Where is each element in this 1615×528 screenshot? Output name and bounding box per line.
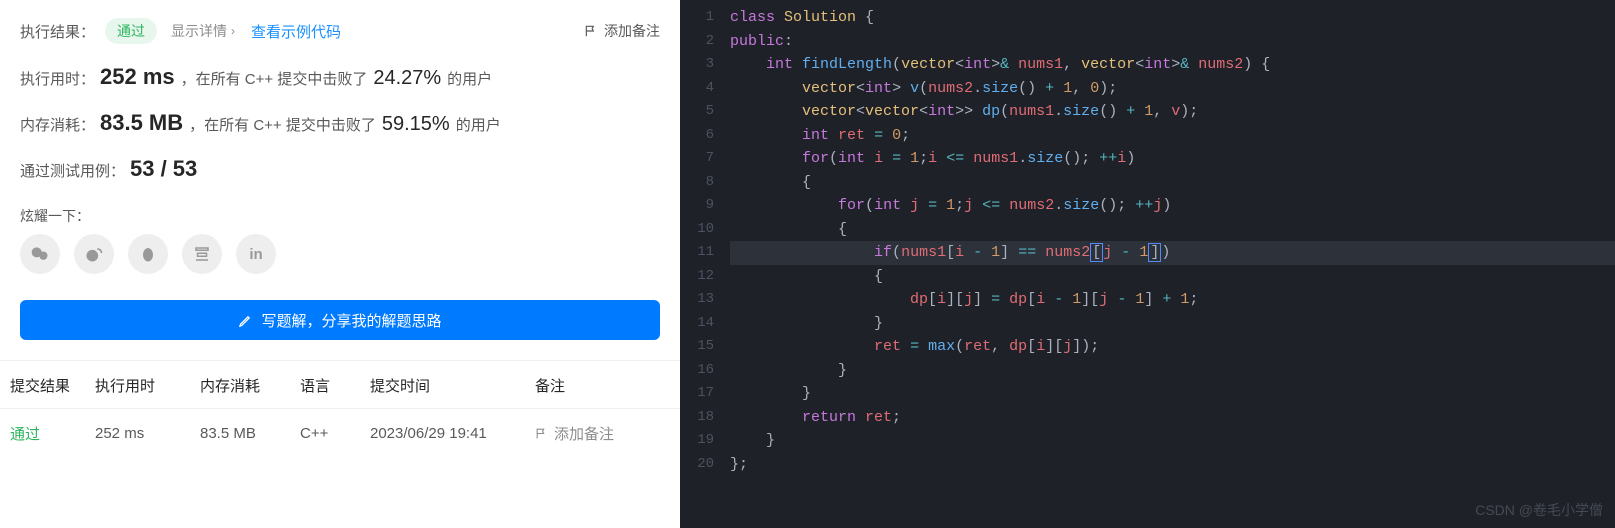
line-number: 10 bbox=[680, 218, 714, 242]
code-line[interactable]: vector<vector<int>> dp(nums1.size() + 1,… bbox=[730, 100, 1615, 124]
line-number: 19 bbox=[680, 429, 714, 453]
code-area[interactable]: class Solution {public: int findLength(v… bbox=[724, 0, 1615, 528]
result-label: 执行结果： bbox=[20, 21, 95, 42]
row-add-note-button[interactable]: 添加备注 bbox=[535, 423, 614, 444]
line-number: 7 bbox=[680, 147, 714, 171]
add-note-label: 添加备注 bbox=[604, 21, 660, 41]
result-header: 执行结果： 通过 显示详情 › 查看示例代码 添加备注 bbox=[0, 0, 680, 54]
row-time: 252 ms bbox=[95, 425, 200, 442]
wechat-icon[interactable] bbox=[20, 234, 60, 274]
code-line[interactable]: }; bbox=[730, 453, 1615, 477]
code-line[interactable]: public: bbox=[730, 30, 1615, 54]
show-details-label: 显示详情 bbox=[171, 21, 227, 41]
flag-icon bbox=[584, 24, 598, 38]
line-number: 15 bbox=[680, 335, 714, 359]
code-line[interactable]: int ret = 0; bbox=[730, 124, 1615, 148]
share-label: 炫耀一下： bbox=[0, 192, 680, 234]
line-number: 5 bbox=[680, 100, 714, 124]
line-number: 16 bbox=[680, 359, 714, 383]
line-number: 11 bbox=[680, 241, 714, 265]
code-line[interactable]: for(int j = 1;j <= nums2.size(); ++j) bbox=[730, 194, 1615, 218]
row-add-note-label: 添加备注 bbox=[554, 423, 614, 444]
code-line[interactable]: int findLength(vector<int>& nums1, vecto… bbox=[730, 53, 1615, 77]
line-number: 8 bbox=[680, 171, 714, 195]
code-line[interactable]: } bbox=[730, 359, 1615, 383]
flag-icon bbox=[535, 427, 548, 440]
th-mem: 内存消耗 bbox=[200, 375, 300, 396]
memory-suffix: 的用户 bbox=[456, 114, 501, 135]
table-row[interactable]: 通过 252 ms 83.5 MB C++ 2023/06/29 19:41 添… bbox=[0, 409, 680, 444]
code-line[interactable]: } bbox=[730, 429, 1615, 453]
watermark: CSDN @卷毛小学僧 bbox=[1475, 500, 1603, 520]
row-result: 通过 bbox=[10, 423, 95, 444]
code-line[interactable]: for(int i = 1;i <= nums1.size(); ++i) bbox=[730, 147, 1615, 171]
memory-row: 内存消耗： 83.5 MB ，在所有 C++ 提交中击败了 59.15% 的用户 bbox=[0, 100, 680, 146]
row-mem: 83.5 MB bbox=[200, 425, 300, 442]
runtime-suffix: 的用户 bbox=[447, 68, 492, 89]
result-panel: 执行结果： 通过 显示详情 › 查看示例代码 添加备注 执行用时： 252 ms… bbox=[0, 0, 680, 528]
code-editor[interactable]: 1234567891011121314151617181920 class So… bbox=[680, 0, 1615, 528]
add-note-button[interactable]: 添加备注 bbox=[584, 21, 660, 41]
th-note: 备注 bbox=[535, 375, 670, 396]
douban-icon[interactable] bbox=[182, 234, 222, 274]
qq-icon[interactable] bbox=[128, 234, 168, 274]
memory-pct: 59.15% bbox=[382, 113, 450, 136]
code-line[interactable]: } bbox=[730, 382, 1615, 406]
th-result: 提交结果 bbox=[10, 375, 95, 396]
line-number: 4 bbox=[680, 77, 714, 101]
line-number: 14 bbox=[680, 312, 714, 336]
code-line[interactable]: { bbox=[730, 265, 1615, 289]
memory-label: 内存消耗： bbox=[20, 114, 100, 135]
row-note-cell: 添加备注 bbox=[535, 423, 670, 444]
line-number: 20 bbox=[680, 453, 714, 477]
runtime-mid: ，在所有 C++ 提交中击败了 bbox=[181, 68, 368, 89]
line-number: 18 bbox=[680, 406, 714, 430]
line-number: 12 bbox=[680, 265, 714, 289]
linkedin-icon[interactable]: in bbox=[236, 234, 276, 274]
status-pill: 通过 bbox=[105, 18, 157, 44]
testcase-row: 通过测试用例： 53 / 53 bbox=[0, 146, 680, 192]
memory-value: 83.5 MB bbox=[100, 110, 183, 136]
testcase-label: 通过测试用例： bbox=[20, 160, 130, 181]
th-time: 执行用时 bbox=[95, 375, 200, 396]
line-number: 13 bbox=[680, 288, 714, 312]
line-number: 6 bbox=[680, 124, 714, 148]
line-number: 3 bbox=[680, 53, 714, 77]
pencil-icon bbox=[238, 313, 253, 328]
testcase-value: 53 / 53 bbox=[130, 156, 197, 182]
code-line[interactable]: ret = max(ret, dp[i][j]); bbox=[730, 335, 1615, 359]
code-line[interactable]: dp[i][j] = dp[i - 1][j - 1] + 1; bbox=[730, 288, 1615, 312]
memory-mid: ，在所有 C++ 提交中击败了 bbox=[189, 114, 376, 135]
runtime-value: 252 ms bbox=[100, 64, 175, 90]
code-line[interactable]: { bbox=[730, 171, 1615, 195]
row-lang: C++ bbox=[300, 425, 370, 442]
line-gutter: 1234567891011121314151617181920 bbox=[680, 0, 724, 528]
th-lang: 语言 bbox=[300, 375, 370, 396]
submission-table-head: 提交结果 执行用时 内存消耗 语言 提交时间 备注 bbox=[0, 361, 680, 409]
code-line[interactable]: { bbox=[730, 218, 1615, 242]
share-icons: in bbox=[0, 234, 680, 292]
code-line[interactable]: return ret; bbox=[730, 406, 1615, 430]
runtime-row: 执行用时： 252 ms ，在所有 C++ 提交中击败了 24.27% 的用户 bbox=[0, 54, 680, 100]
runtime-pct: 24.27% bbox=[373, 67, 441, 90]
code-line[interactable]: } bbox=[730, 312, 1615, 336]
show-details-link[interactable]: 显示详情 › bbox=[171, 21, 235, 41]
view-example-code-link[interactable]: 查看示例代码 bbox=[251, 21, 341, 42]
line-number: 2 bbox=[680, 30, 714, 54]
code-line[interactable]: vector<int> v(nums2.size() + 1, 0); bbox=[730, 77, 1615, 101]
weibo-icon[interactable] bbox=[74, 234, 114, 274]
line-number: 1 bbox=[680, 6, 714, 30]
chevron-right-icon: › bbox=[231, 24, 235, 38]
code-line[interactable]: class Solution { bbox=[730, 6, 1615, 30]
line-number: 9 bbox=[680, 194, 714, 218]
th-submitted: 提交时间 bbox=[370, 375, 535, 396]
row-submitted: 2023/06/29 19:41 bbox=[370, 425, 535, 442]
write-solution-label: 写题解，分享我的解题思路 bbox=[261, 310, 441, 331]
line-number: 17 bbox=[680, 382, 714, 406]
write-solution-button[interactable]: 写题解，分享我的解题思路 bbox=[20, 300, 660, 340]
runtime-label: 执行用时： bbox=[20, 68, 100, 89]
code-line[interactable]: if(nums1[i - 1] == nums2[j - 1]) bbox=[730, 241, 1615, 265]
